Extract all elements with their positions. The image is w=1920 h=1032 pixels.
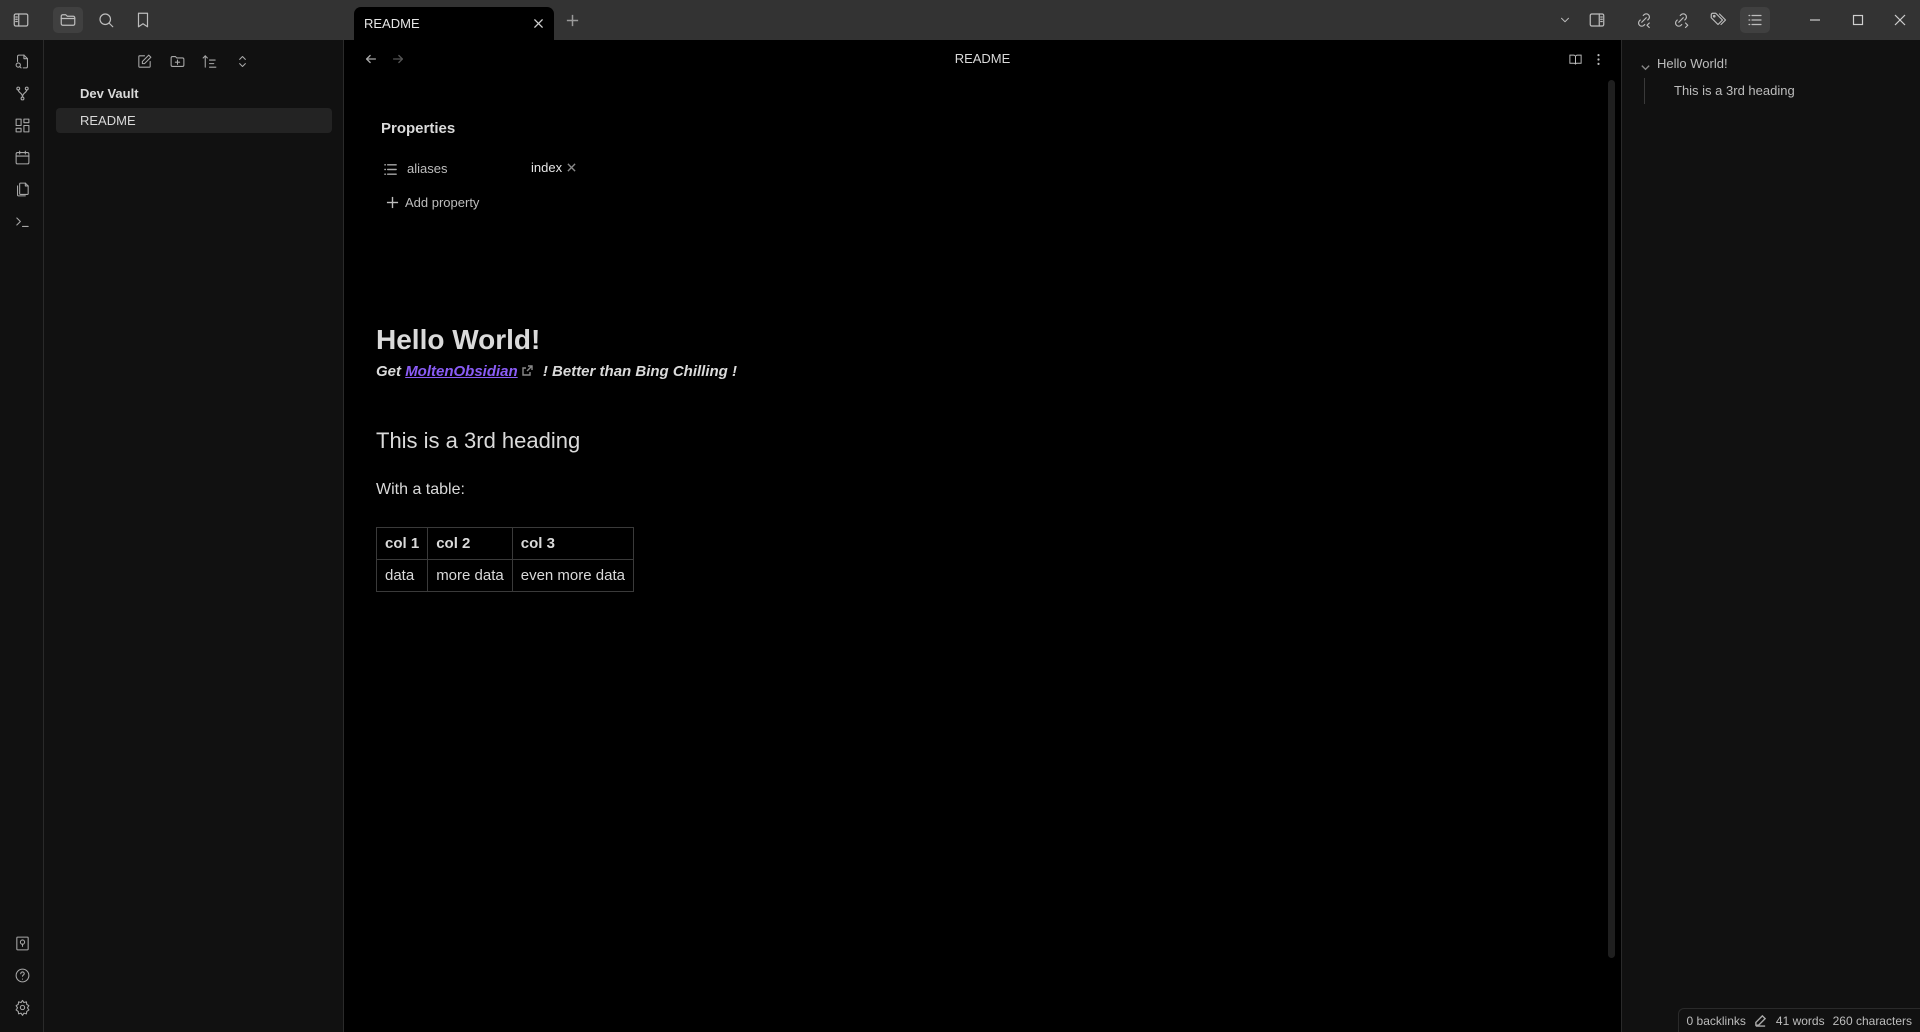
properties-heading[interactable]: Properties bbox=[381, 120, 455, 137]
backlinks-count[interactable]: 0 backlinks bbox=[1687, 1014, 1746, 1028]
file-item-readme[interactable]: README bbox=[56, 108, 332, 133]
window-close-icon[interactable] bbox=[1880, 6, 1920, 34]
tab-readme[interactable]: README bbox=[354, 7, 554, 40]
property-row-aliases: aliases index bbox=[381, 160, 781, 180]
outline-item-3rd-heading[interactable]: This is a 3rd heading bbox=[1674, 83, 1795, 98]
table-header-cell[interactable]: col 1 bbox=[375, 527, 429, 560]
settings-icon[interactable] bbox=[11, 996, 33, 1018]
editor-scrollbar[interactable] bbox=[1608, 80, 1615, 958]
outline-item-hello-world[interactable]: Hello World! bbox=[1657, 56, 1728, 71]
help-icon[interactable] bbox=[11, 964, 33, 986]
table-row: data more data even more data bbox=[375, 559, 634, 592]
list-icon[interactable] bbox=[383, 162, 399, 178]
search-icon[interactable] bbox=[91, 7, 121, 33]
more-options-icon[interactable] bbox=[1588, 49, 1608, 69]
plus-icon[interactable] bbox=[562, 10, 582, 30]
maximize-icon[interactable] bbox=[1838, 6, 1878, 34]
canvas-icon[interactable] bbox=[11, 114, 33, 136]
command-palette-icon[interactable] bbox=[11, 210, 33, 232]
heading-3: This is a 3rd heading bbox=[376, 428, 581, 453]
add-property-button[interactable]: Add property bbox=[386, 195, 479, 210]
graph-view-icon[interactable] bbox=[11, 82, 33, 104]
heading-1: Hello World! bbox=[376, 324, 541, 355]
templates-icon[interactable] bbox=[11, 178, 33, 200]
close-icon[interactable] bbox=[530, 15, 546, 31]
pill-label: index bbox=[531, 160, 563, 175]
editor-pane: README Properties aliases index Add prop… bbox=[345, 40, 1620, 1032]
paragraph: With a table: bbox=[376, 481, 465, 498]
subtitle-suffix: ! Better than Bing Chilling ! bbox=[538, 363, 738, 380]
vault-switcher-icon[interactable] bbox=[11, 932, 33, 954]
tags-icon[interactable] bbox=[1703, 7, 1733, 33]
table-cell[interactable]: more data bbox=[427, 559, 513, 592]
obsidian-window: README Dev Vault README README Propertie… bbox=[0, 0, 1920, 1032]
outline-icon[interactable] bbox=[1740, 7, 1770, 33]
folder-icon[interactable] bbox=[53, 7, 83, 33]
table-header-cell[interactable]: col 3 bbox=[511, 527, 634, 560]
subtitle-prefix: Get bbox=[376, 363, 406, 380]
file-explorer: Dev Vault README bbox=[44, 40, 344, 1032]
table-header-cell[interactable]: col 2 bbox=[427, 527, 513, 560]
collapse-all-icon[interactable] bbox=[230, 50, 254, 72]
add-property-label: Add property bbox=[405, 195, 480, 210]
chevron-down-icon[interactable] bbox=[1640, 60, 1652, 72]
outline-indent-guide bbox=[1644, 78, 1645, 104]
title-bar: README bbox=[0, 0, 1920, 40]
table-cell[interactable]: even more data bbox=[511, 559, 634, 592]
plus-icon bbox=[386, 196, 399, 209]
minimize-icon[interactable] bbox=[1795, 6, 1835, 34]
view-header: README bbox=[345, 40, 1620, 78]
open-quick-switcher-icon[interactable] bbox=[11, 50, 33, 72]
property-key[interactable]: aliases bbox=[407, 161, 447, 176]
table-cell[interactable]: data bbox=[375, 559, 429, 592]
right-sidebar-toggle-icon[interactable] bbox=[1582, 7, 1612, 33]
reading-view-icon[interactable] bbox=[1565, 49, 1585, 69]
external-link-icon bbox=[521, 364, 535, 379]
backlinks-icon[interactable] bbox=[1629, 7, 1659, 33]
view-title[interactable]: README bbox=[345, 51, 1620, 66]
new-note-icon[interactable] bbox=[132, 50, 156, 72]
sort-icon[interactable] bbox=[197, 50, 221, 72]
table-header-row: col 1 col 2 col 3 bbox=[375, 527, 634, 560]
status-bar: 0 backlinks 41 words 260 characters bbox=[1677, 1008, 1920, 1032]
external-link[interactable]: MoltenObsidian bbox=[405, 363, 518, 380]
daily-note-icon[interactable] bbox=[11, 146, 33, 168]
new-folder-icon[interactable] bbox=[165, 50, 189, 72]
outgoing-links-icon[interactable] bbox=[1666, 7, 1696, 33]
outline-panel: Hello World! This is a 3rd heading 0 bac… bbox=[1621, 40, 1920, 1032]
sidebar-toggle-icon[interactable] bbox=[6, 7, 36, 33]
subtitle-line: Get MoltenObsidian ! Better than Bing Ch… bbox=[376, 363, 737, 380]
vault-name[interactable]: Dev Vault bbox=[80, 86, 139, 101]
character-count: 260 characters bbox=[1832, 1013, 1912, 1028]
file-explorer-actions bbox=[44, 50, 344, 72]
tab-label: README bbox=[364, 16, 420, 31]
property-value-pill[interactable]: index bbox=[531, 160, 577, 175]
ribbon bbox=[0, 40, 44, 1032]
bookmark-icon[interactable] bbox=[128, 7, 158, 33]
word-count: 41 words bbox=[1775, 1013, 1825, 1028]
markdown-table: col 1 col 2 col 3 data more data even mo… bbox=[375, 527, 634, 592]
remove-x-icon[interactable] bbox=[565, 162, 577, 174]
chevron-down-icon[interactable] bbox=[1550, 7, 1580, 33]
pencil-icon[interactable] bbox=[1754, 1014, 1768, 1028]
